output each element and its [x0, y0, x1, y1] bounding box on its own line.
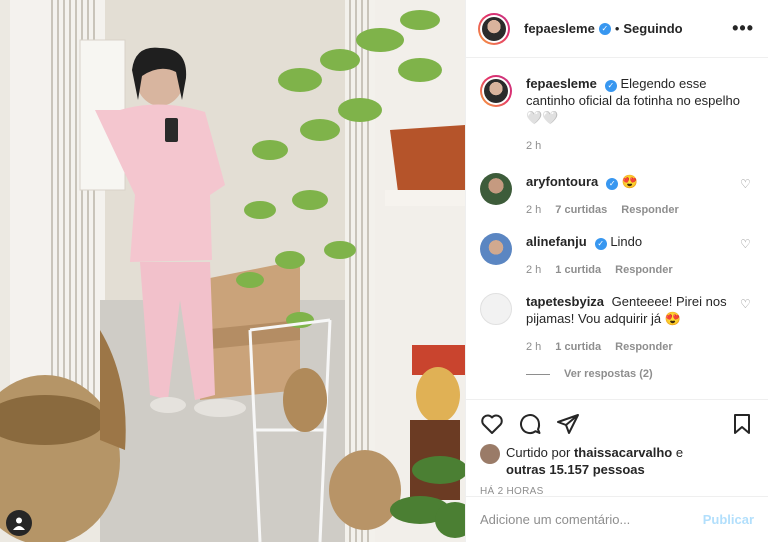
comment-text: 😍: [621, 174, 639, 189]
view-replies-button[interactable]: Ver respostas (2): [526, 368, 754, 380]
post-caption: fepaesleme ✓ Elegendo esse cantinho ofici…: [480, 75, 754, 155]
comment-likes-count[interactable]: 7 curtidas: [555, 202, 607, 219]
post-side-panel: fepaesleme ✓ • Seguindo ••• fepaesleme ✓ …: [465, 0, 768, 542]
author-username[interactable]: fepaesleme: [524, 21, 595, 36]
share-paper-plane-icon[interactable]: [556, 412, 580, 436]
comment-username[interactable]: alinefanju: [526, 234, 587, 249]
following-button[interactable]: Seguindo: [623, 21, 682, 36]
comments-list[interactable]: fepaesleme ✓ Elegendo esse cantinho ofici…: [466, 59, 768, 399]
likes-summary: Curtido por thaissacarvalho e outras 15.…: [480, 444, 754, 478]
likes-prefix: Curtido por: [506, 445, 571, 460]
likes-others-count[interactable]: outras 15.157 pessoas: [506, 462, 645, 477]
separator-dot: •: [614, 21, 620, 36]
liker-username[interactable]: thaissacarvalho: [574, 445, 672, 460]
replies-divider-line: [526, 373, 550, 375]
verified-badge-icon: ✓: [606, 178, 619, 190]
like-heart-icon[interactable]: [480, 412, 504, 436]
verified-badge-icon: ✓: [594, 238, 607, 250]
comment-input[interactable]: [480, 512, 703, 527]
caption-avatar[interactable]: [480, 75, 512, 107]
liker-avatar[interactable]: [480, 444, 500, 464]
caption-time: 2 h: [526, 140, 542, 152]
caption-username[interactable]: fepaesleme: [526, 76, 597, 91]
view-replies-label: Ver respostas (2): [564, 368, 653, 380]
save-bookmark-icon[interactable]: [730, 412, 754, 436]
likes-connector: e: [675, 445, 684, 460]
comment-bubble-icon[interactable]: [518, 412, 542, 436]
comment-item: alinefanju ✓ Lindo 2 h 1 curtida Responde…: [480, 233, 754, 279]
comment-item: aryfontoura ✓ 😍 2 h 7 curtidas Responder …: [480, 173, 754, 219]
publish-button[interactable]: Publicar: [703, 512, 754, 527]
post-header: fepaesleme ✓ • Seguindo •••: [466, 0, 768, 58]
post-photo[interactable]: [0, 0, 465, 542]
like-comment-heart-icon[interactable]: ♡: [740, 297, 754, 356]
verified-badge-icon: ✓: [604, 80, 617, 92]
author-avatar[interactable]: [478, 12, 510, 45]
add-comment-bar: Publicar: [466, 496, 768, 542]
mirror-selfie-image: [0, 0, 465, 542]
comment-time: 2 h: [526, 264, 542, 276]
comment-avatar[interactable]: [480, 173, 512, 205]
verified-badge-icon: ✓: [598, 22, 611, 35]
post-actions: Curtido por thaissacarvalho e outras 15.…: [466, 399, 768, 497]
comment-username[interactable]: aryfontoura: [526, 174, 598, 189]
comment-time: 2 h: [526, 204, 542, 216]
more-options-icon[interactable]: •••: [732, 18, 754, 39]
comment-time: 2 h: [526, 341, 542, 353]
comment-item: tapetesbyiza Genteeee! Pirei nos pijamas…: [480, 293, 754, 356]
comment-likes-count[interactable]: 1 curtida: [555, 262, 601, 279]
comment-username[interactable]: tapetesbyiza: [526, 294, 604, 309]
comment-avatar[interactable]: [480, 233, 512, 265]
comment-avatar[interactable]: [480, 293, 512, 325]
like-comment-heart-icon[interactable]: ♡: [740, 237, 754, 279]
reply-button[interactable]: Responder: [621, 202, 678, 219]
comment-text: Lindo: [610, 234, 643, 249]
like-comment-heart-icon[interactable]: ♡: [740, 177, 754, 219]
reply-button[interactable]: Responder: [615, 339, 672, 356]
tagged-user-icon[interactable]: [6, 510, 32, 536]
comment-likes-count[interactable]: 1 curtida: [555, 339, 601, 356]
reply-button[interactable]: Responder: [615, 262, 672, 279]
